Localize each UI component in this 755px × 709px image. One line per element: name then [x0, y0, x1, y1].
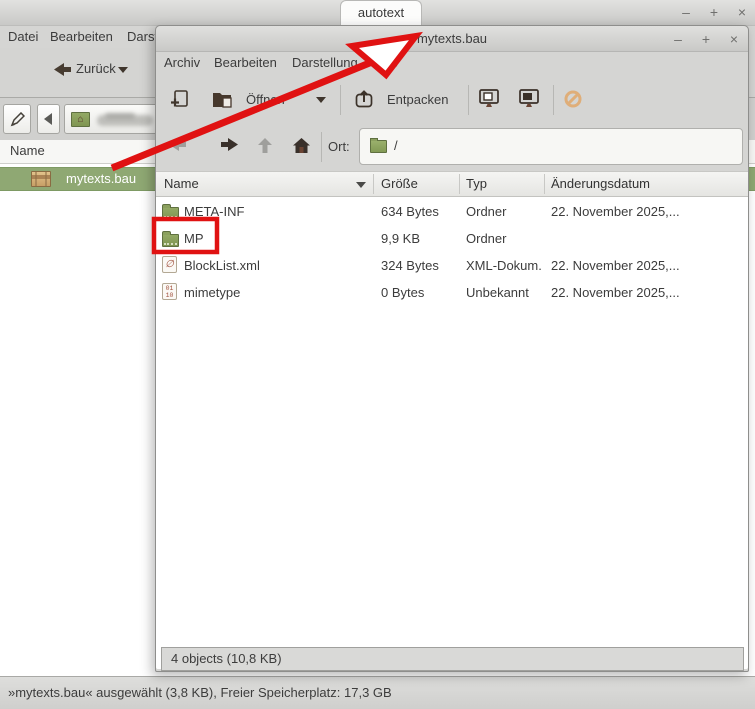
menu-bearbeiten[interactable]: Bearbeiten — [50, 29, 113, 44]
nav-forward-button[interactable] — [221, 138, 238, 154]
location-input[interactable]: / — [359, 128, 743, 165]
add-folder-icon — [211, 89, 233, 109]
menu-archiv[interactable]: Archiv — [164, 55, 200, 70]
file-manager-title: autotext — [340, 0, 422, 25]
archive-menubar: Archiv Bearbeiten Darstellung Hilfe — [156, 52, 748, 77]
monitor-icon — [478, 89, 500, 109]
pencil-icon — [10, 112, 25, 127]
open-dropdown-icon[interactable] — [316, 97, 326, 103]
back-arrow-icon — [54, 63, 71, 76]
binary-file-icon: 01 10 — [162, 283, 177, 300]
menu-hilfe[interactable]: Hilfe — [372, 55, 398, 70]
back-button-label: Zurück — [76, 61, 116, 76]
breadcrumb-button[interactable]: ⌂ — [64, 104, 164, 134]
table-row[interactable]: MP 9,9 KB Ordner — [156, 225, 748, 252]
stop-button[interactable] — [563, 89, 583, 112]
column-type[interactable]: Typ — [466, 176, 487, 191]
xml-file-icon: ∅ — [162, 256, 177, 273]
file-manager-statusbar: »mytexts.bau« ausgewählt (3,8 KB), Freie… — [0, 676, 755, 709]
file-manager-titlebar: autotext – + × — [0, 0, 755, 26]
add-files-button[interactable] — [169, 89, 189, 112]
sort-descending-icon — [356, 182, 366, 188]
open-button[interactable]: Öffnen — [246, 92, 285, 107]
extract-button[interactable]: Entpacken — [387, 92, 448, 107]
maximize-button[interactable]: + — [697, 30, 715, 48]
extract-button-icon-wrap[interactable] — [354, 89, 374, 112]
minimize-button[interactable]: – — [669, 30, 687, 48]
archive-manager-window: mytexts.bau – + × Archiv Bearbeiten Dars… — [155, 25, 749, 672]
folder-icon — [370, 140, 387, 153]
location-label: Ort: — [328, 139, 350, 154]
table-row[interactable]: 01 10 mimetype 0 Bytes Unbekannt 22. Nov… — [156, 279, 748, 306]
archive-statusbar: 4 objects (10,8 KB) — [161, 647, 744, 671]
minimize-button[interactable]: – — [677, 3, 695, 21]
archive-status-text: 4 objects (10,8 KB) — [171, 651, 282, 666]
selected-file-name: mytexts.bau — [66, 171, 136, 186]
menu-darstellung[interactable]: Darstellung — [292, 55, 358, 70]
archive-title: mytexts.bau — [156, 26, 748, 51]
archive-titlebar: mytexts.bau – + × — [156, 26, 748, 52]
nav-back-button[interactable] — [169, 138, 186, 154]
extract-icon — [354, 89, 374, 109]
home-folder-icon: ⌂ — [71, 112, 90, 127]
chevron-down-icon — [118, 67, 128, 73]
archive-toolbar: Öffnen Entpacken — [156, 77, 748, 123]
menu-datei[interactable]: Datei — [8, 29, 38, 44]
up-arrow-icon — [258, 138, 272, 153]
forward-arrow-icon — [221, 138, 238, 151]
folder-icon — [162, 207, 179, 220]
menu-bearbeiten[interactable]: Bearbeiten — [214, 55, 277, 70]
archive-file-list: META-INF 634 Bytes Ordner 22. November 2… — [156, 197, 748, 669]
view-output-button[interactable] — [518, 89, 540, 112]
table-row[interactable]: ∅ BlockList.xml 324 Bytes XML-Dokum... 2… — [156, 252, 748, 279]
back-button[interactable]: Zurück — [52, 58, 142, 86]
column-name-label: Name — [10, 143, 45, 158]
column-size[interactable]: Größe — [381, 176, 418, 191]
stop-icon — [563, 89, 583, 109]
column-name[interactable]: Name — [164, 176, 199, 191]
view-file-button[interactable] — [478, 89, 500, 112]
folder-icon — [162, 234, 179, 247]
close-button[interactable]: × — [725, 30, 743, 48]
archive-file-icon — [31, 171, 51, 187]
location-value: / — [394, 138, 398, 153]
nav-up-button[interactable] — [258, 138, 272, 156]
edit-location-button[interactable] — [3, 104, 31, 134]
archive-navbar: Ort: / — [156, 123, 748, 171]
nav-home-button[interactable] — [293, 138, 310, 156]
add-folder-button[interactable] — [211, 89, 233, 112]
column-date[interactable]: Änderungsdatum — [551, 176, 650, 191]
maximize-button[interactable]: + — [705, 3, 723, 21]
chevron-left-icon — [44, 113, 52, 125]
add-file-icon — [169, 89, 189, 109]
statusbar-text: »mytexts.bau« ausgewählt (3,8 KB), Freie… — [8, 685, 392, 700]
archive-column-header: Name Größe Typ Änderungsdatum — [156, 171, 748, 197]
home-icon — [293, 138, 310, 153]
table-row[interactable]: META-INF 634 Bytes Ordner 22. November 2… — [156, 198, 748, 225]
back-arrow-icon — [169, 138, 186, 151]
scroll-path-left-button[interactable] — [37, 104, 60, 134]
close-button[interactable]: × — [733, 3, 751, 21]
monitor-dark-icon — [518, 89, 540, 109]
